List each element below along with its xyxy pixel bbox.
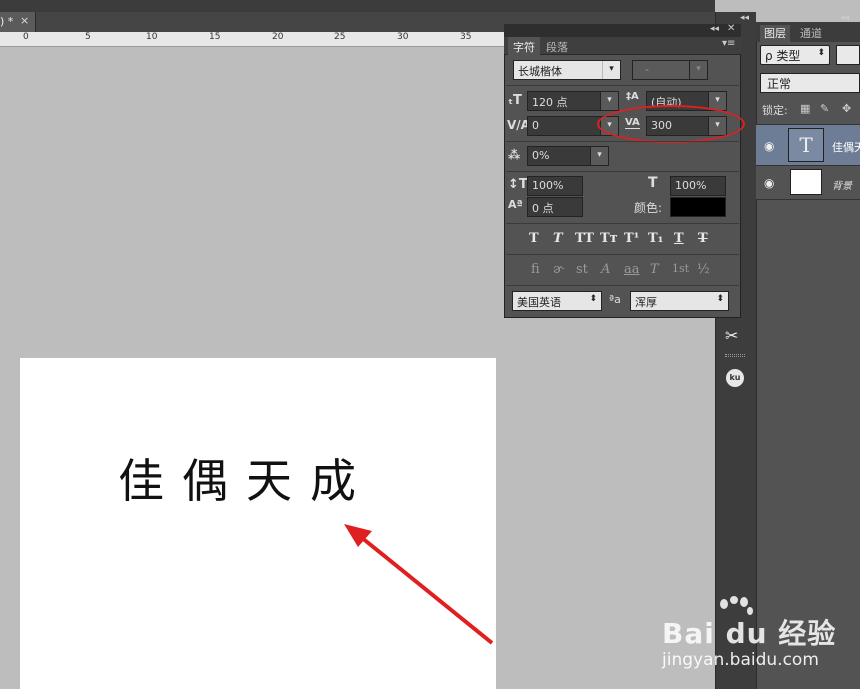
discretionary-ligatures-button[interactable]: st xyxy=(576,262,588,277)
ruler-tick: 20 xyxy=(272,32,284,42)
layer-filter-select[interactable]: ρ 类型 ⬍ xyxy=(760,45,830,65)
vertical-scale-input[interactable]: 100% xyxy=(527,176,583,196)
ruler-tick: 10 xyxy=(146,32,158,42)
layer-filter-label: ρ 类型 xyxy=(765,49,801,63)
font-family-value: 长城楷体 xyxy=(518,65,562,78)
kerning-value: 0 xyxy=(532,119,539,132)
watermark-logo: Bai du 经验 xyxy=(662,617,837,650)
ligatures-button[interactable]: fi xyxy=(531,262,540,277)
character-panel-titlebar[interactable] xyxy=(504,24,741,37)
tab-paragraph[interactable]: 段落 xyxy=(546,39,568,55)
tab-channels[interactable]: 通道 xyxy=(800,25,822,41)
small-caps-button[interactable]: Tт xyxy=(600,231,618,246)
superscript-button[interactable]: T¹ xyxy=(624,231,639,246)
chevron-down-icon: ▾ xyxy=(600,92,618,110)
titling-alternates-button[interactable]: T xyxy=(650,262,659,277)
visibility-eye-icon[interactable]: ◉ xyxy=(764,139,774,153)
chevron-down-icon: ▾ xyxy=(689,61,707,79)
stepper-icon: ⬍ xyxy=(716,294,724,304)
scissors-icon[interactable]: ✂ xyxy=(725,326,738,345)
dock-grip[interactable] xyxy=(725,354,745,357)
tsume-input[interactable]: 0% ▾ xyxy=(527,146,609,166)
divider xyxy=(506,85,739,86)
layer-name[interactable]: 背景 xyxy=(832,177,852,192)
divider xyxy=(506,254,739,255)
lock-brush-icon[interactable]: ✎ xyxy=(820,102,832,115)
text-layer-thumbnail-icon: T xyxy=(788,128,824,162)
ruler-tick: 35 xyxy=(460,32,472,42)
ku-plugin-icon[interactable]: ku xyxy=(726,369,744,387)
anti-alias-value: 浑厚 xyxy=(635,296,657,309)
horizontal-scale-input[interactable]: 100% xyxy=(670,176,726,196)
divider xyxy=(506,223,739,224)
lock-transparency-icon[interactable]: ▦ xyxy=(800,102,812,115)
anti-alias-select[interactable]: 浑厚 ⬍ xyxy=(630,291,729,311)
divider xyxy=(506,285,739,286)
swash-button[interactable]: A xyxy=(601,262,610,277)
lock-label: 锁定: xyxy=(762,104,788,117)
top-strip xyxy=(0,0,715,12)
baseline-shift-input[interactable]: 0 点 xyxy=(527,197,583,217)
document-tab-label: ) * xyxy=(0,15,14,28)
font-size-input[interactable]: 120 点 ▾ xyxy=(527,91,619,111)
blend-mode-select[interactable]: 正常 xyxy=(760,73,860,93)
horizontal-scale-icon: T xyxy=(648,175,658,191)
color-label: 颜色: xyxy=(634,201,663,215)
stylistic-alternates-button[interactable]: aa xyxy=(624,262,640,277)
language-value: 美国英语 xyxy=(517,296,561,309)
ruler-tick: 25 xyxy=(334,32,346,42)
tsume-icon: ⁂ xyxy=(508,148,521,162)
close-panel-icon[interactable]: ✕ xyxy=(727,23,735,34)
ruler-tick: 30 xyxy=(397,32,409,42)
vertical-scale-icon: ↕T xyxy=(508,177,528,192)
layers-panel xyxy=(756,22,860,689)
chevron-down-icon: ▾ xyxy=(590,147,608,165)
contextual-alternates-button[interactable]: ɚ xyxy=(553,262,564,277)
background-layer-thumbnail xyxy=(790,169,822,195)
stepper-icon: ⬍ xyxy=(817,48,825,58)
ordinals-button[interactable]: 1st xyxy=(672,262,689,275)
font-style-select[interactable]: - ▾ xyxy=(632,60,708,80)
ruler-tick: 5 xyxy=(85,32,91,42)
all-caps-button[interactable]: TT xyxy=(575,231,594,246)
close-tab-icon[interactable]: × xyxy=(20,14,29,27)
text-color-swatch[interactable] xyxy=(670,197,726,217)
layer-filter-toggle[interactable] xyxy=(836,45,860,65)
visibility-eye-icon[interactable]: ◉ xyxy=(764,176,774,190)
subscript-button[interactable]: T₁ xyxy=(648,231,663,246)
canvas-text-layer[interactable]: 佳偶天成 xyxy=(118,445,374,511)
layer-name[interactable]: 佳偶天 xyxy=(832,139,860,155)
lock-move-icon[interactable]: ✥ xyxy=(842,102,854,115)
font-size-value: 120 点 xyxy=(532,96,568,109)
tab-layers[interactable]: 图层 xyxy=(760,25,790,42)
highlight-annotation-oval xyxy=(597,105,745,143)
strikethrough-button[interactable]: T xyxy=(698,231,708,246)
annotation-arrow-icon xyxy=(344,524,494,645)
font-size-icon: ₜT xyxy=(508,93,522,108)
divider xyxy=(506,141,739,142)
document-tab[interactable]: ) * × xyxy=(0,12,36,32)
fractions-button[interactable]: ½ xyxy=(697,262,710,277)
collapse-layers-icon[interactable]: ◂◂ xyxy=(840,13,849,23)
watermark-url: jingyan.baidu.com xyxy=(662,650,819,670)
divider xyxy=(506,171,739,172)
font-style-value: - xyxy=(645,63,649,76)
tsume-value: 0% xyxy=(532,149,550,162)
tab-character[interactable]: 字符 xyxy=(508,37,540,55)
faux-bold-button[interactable]: T xyxy=(529,231,539,246)
collapse-panel-icon[interactable]: ◂◂ xyxy=(710,24,719,34)
stepper-icon: ⬍ xyxy=(589,294,597,304)
ruler-tick: 0 xyxy=(23,32,29,42)
chevron-down-icon: ▾ xyxy=(602,61,620,79)
anti-alias-icon: ªa xyxy=(609,293,621,306)
ruler-tick: 15 xyxy=(209,32,221,42)
leading-icon: ‡A xyxy=(626,91,639,102)
baseline-shift-icon: Aª xyxy=(508,198,523,211)
font-family-select[interactable]: 长城楷体 ▾ xyxy=(513,60,621,80)
language-select[interactable]: 美国英语 ⬍ xyxy=(512,291,602,311)
collapse-dock-icon[interactable]: ◂◂ xyxy=(740,13,749,23)
underline-button[interactable]: T xyxy=(674,231,684,246)
faux-italic-button[interactable]: T xyxy=(553,231,563,246)
panel-menu-icon[interactable]: ▾≡ xyxy=(722,38,735,49)
